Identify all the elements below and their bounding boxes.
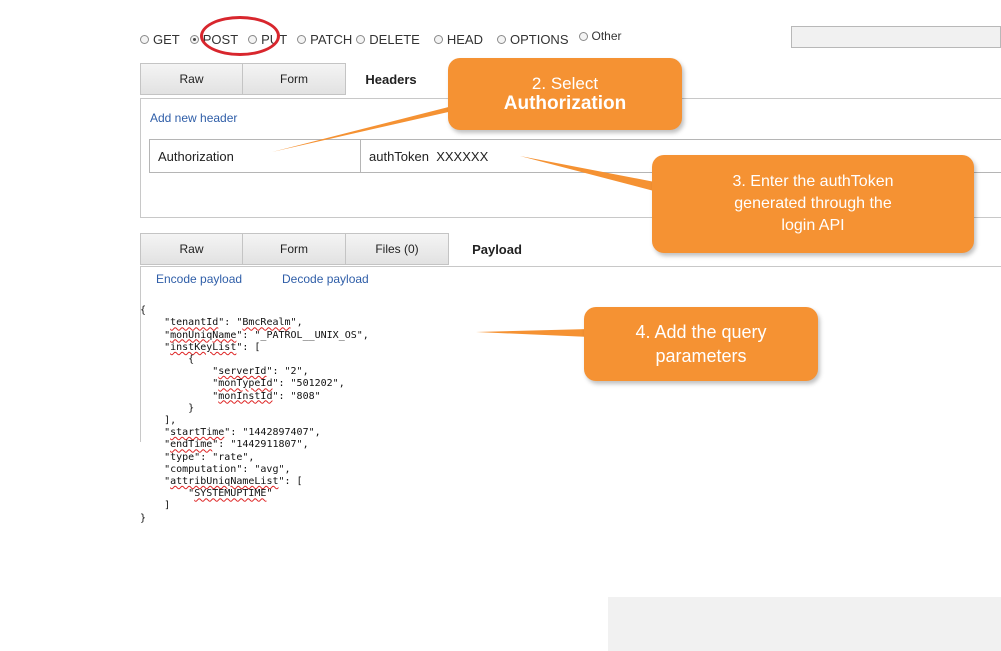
callout-enter-authtoken: 3. Enter the authToken generated through… bbox=[652, 155, 974, 253]
connector-3 bbox=[520, 156, 660, 191]
connector-4 bbox=[476, 329, 590, 337]
callout-add-query-params: 4. Add the query parameters bbox=[584, 307, 818, 381]
callout-3-line1: 3. Enter the authToken bbox=[732, 173, 894, 190]
callout-4-line1: 4. Add the query bbox=[635, 322, 767, 342]
callout-2-line1: 2. Select bbox=[531, 74, 599, 93]
callout-select-authorization: 2. Select Authorization bbox=[448, 58, 682, 130]
connector-2 bbox=[272, 100, 476, 152]
callout-3-line2: generated through the bbox=[734, 195, 892, 212]
callout-3-line3: login API bbox=[781, 217, 845, 234]
callout-4-line2: parameters bbox=[655, 346, 747, 366]
callout-2-line2: Authorization bbox=[503, 93, 627, 114]
